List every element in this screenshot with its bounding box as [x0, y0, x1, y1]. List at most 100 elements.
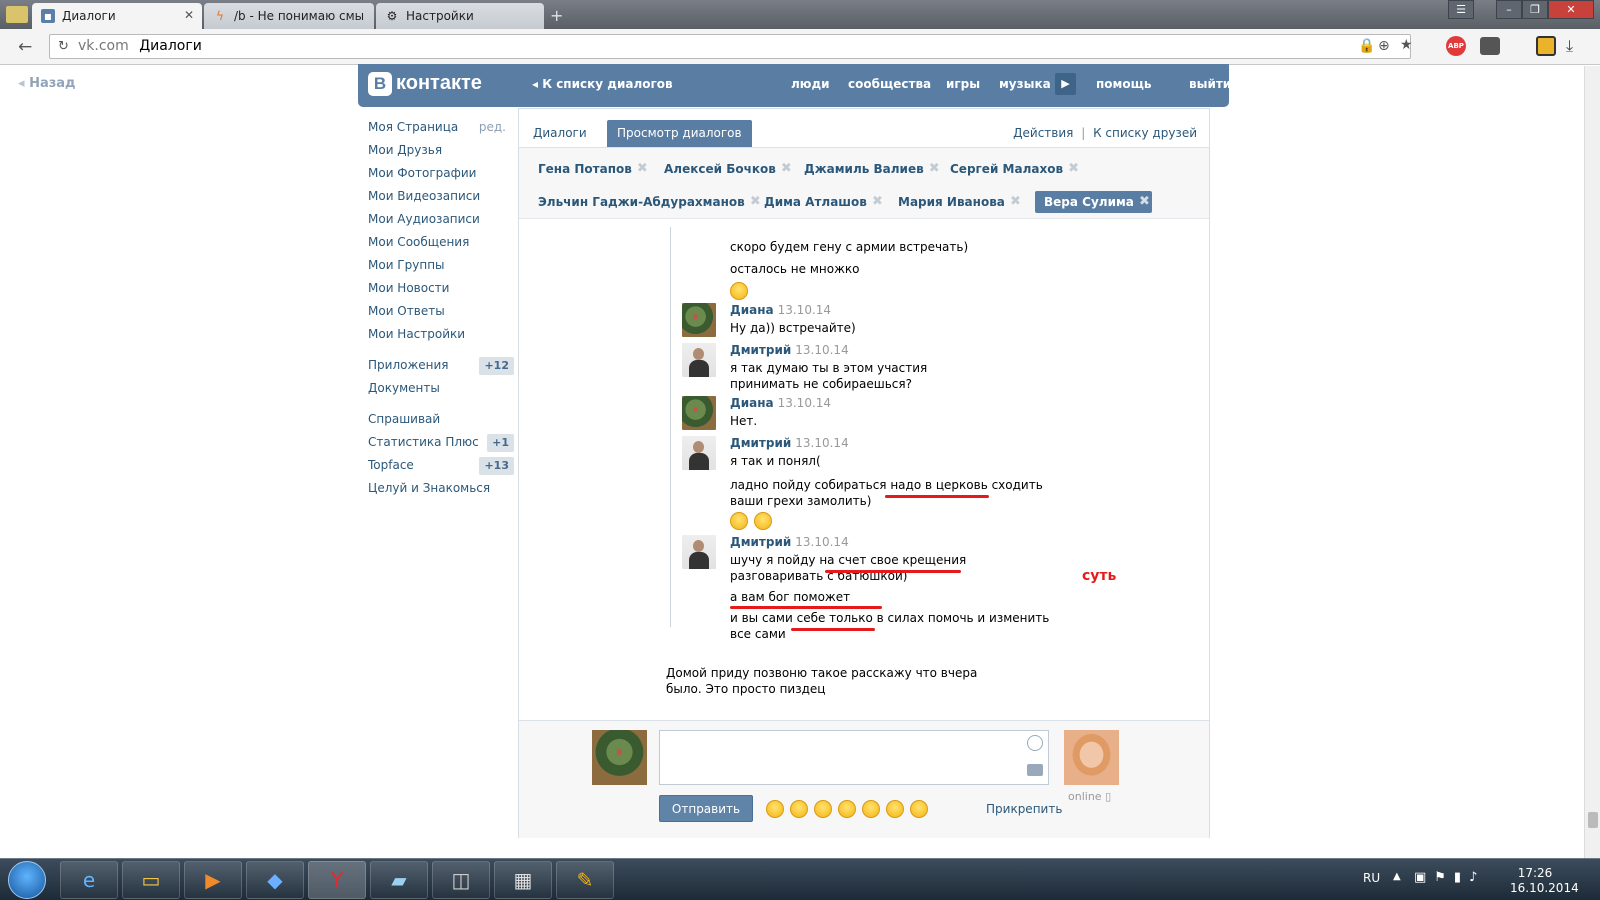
peer-tab[interactable]: Гена Потапов ✖ [529, 158, 650, 180]
close-icon[interactable]: ✖ [637, 158, 648, 180]
relieved-smile-icon[interactable] [910, 800, 928, 818]
media-player-icon[interactable]: ▶ [184, 861, 242, 899]
zoom-icon[interactable]: ⊕ [1378, 38, 1390, 54]
tray-expand-icon[interactable]: ▲ [1393, 871, 1401, 882]
nav-sprashivai[interactable]: Спрашивай [368, 408, 514, 431]
start-button[interactable] [8, 861, 46, 899]
nav-my-page[interactable]: Моя Страница ред. [368, 116, 514, 139]
nav-my-messages[interactable]: Мои Сообщения [368, 231, 514, 254]
browser-tab-dialogs[interactable]: ▪ Диалоги ✕ [32, 3, 202, 29]
nav-my-news[interactable]: Мои Новости [368, 277, 514, 300]
edit-link[interactable]: ред. [479, 116, 506, 139]
tab-dialogs[interactable]: Диалоги [523, 120, 597, 147]
avatar[interactable] [682, 303, 716, 337]
peer-tab[interactable]: Джамиль Валиев ✖ [795, 158, 942, 180]
browser-menu-button[interactable]: ☰ [1448, 0, 1474, 19]
browser-tab-settings[interactable]: ⚙ Настройки [376, 3, 544, 29]
nav-communities[interactable]: сообщества [848, 77, 931, 91]
message-input[interactable] [659, 730, 1049, 785]
nav-my-answers[interactable]: Мои Ответы [368, 300, 514, 323]
avatar[interactable] [682, 396, 716, 430]
peer-avatar[interactable] [1064, 730, 1119, 785]
close-icon[interactable]: ✖ [1010, 191, 1021, 213]
snipping-tool-icon[interactable]: ◫ [432, 861, 490, 899]
vk-logo[interactable]: Вконтакте [368, 72, 516, 98]
nav-documents[interactable]: Документы [368, 377, 514, 400]
address-bar[interactable]: ↻ vk.com Диалоги 🔒 ⊕ ★ [49, 34, 1413, 59]
nav-stats-plus[interactable]: Статистика Плюс +1 [368, 431, 514, 454]
nav-my-groups[interactable]: Мои Группы [368, 254, 514, 277]
nav-my-videos[interactable]: Мои Видеозаписи [368, 185, 514, 208]
scrollbar-thumb[interactable] [1588, 812, 1598, 828]
close-icon[interactable]: ✖ [781, 158, 792, 180]
scared-smile-icon[interactable] [814, 800, 832, 818]
close-icon[interactable]: ✖ [872, 191, 883, 213]
restore-button[interactable]: ❐ [1522, 0, 1548, 19]
new-tab-button[interactable]: + [550, 6, 563, 25]
avatar[interactable] [682, 535, 716, 569]
download-icon[interactable]: ⤓ [1566, 36, 1573, 56]
camera-icon[interactable] [1027, 764, 1043, 776]
play-icon[interactable]: ▶ [1055, 73, 1076, 95]
my-avatar[interactable] [592, 730, 647, 785]
send-button[interactable]: Отправить [659, 795, 753, 822]
adblock-icon[interactable]: ABP [1446, 36, 1466, 56]
laughing-smile-icon[interactable] [886, 800, 904, 818]
back-arrow-icon[interactable]: ← [18, 37, 32, 57]
smile-icon[interactable] [766, 800, 784, 818]
nav-kiss-and-meet[interactable]: Целуй и Знакомься [368, 477, 514, 500]
nav-apps[interactable]: Приложения +12 [368, 354, 514, 377]
peer-tab-active[interactable]: Вера Сулима ✖ [1035, 191, 1152, 213]
peer-tab[interactable]: Эльчин Гаджи-Абдурахманов ✖ [529, 191, 763, 213]
peer-tab[interactable]: Дима Атлашов ✖ [755, 191, 885, 213]
to-dialogs-link[interactable]: ◂ К списку диалогов [532, 77, 673, 91]
nav-people[interactable]: люди [791, 77, 830, 91]
bookmark-star-icon[interactable]: ★ [1400, 37, 1413, 53]
peer-tab[interactable]: Сергей Малахов ✖ [941, 158, 1081, 180]
ie-icon[interactable]: e [60, 861, 118, 899]
emoji-icon[interactable] [1027, 735, 1043, 751]
nav-games[interactable]: игры [946, 77, 980, 91]
notes-app-icon[interactable]: ▰ [370, 861, 428, 899]
attach-link[interactable]: Прикрепить [986, 802, 1062, 816]
message-author[interactable]: Дмитрий 13.10.14 [730, 436, 849, 450]
extension-icon[interactable] [1480, 37, 1500, 55]
message-author[interactable]: Диана 13.10.14 [730, 303, 831, 317]
clock[interactable]: 17:26 16.10.2014 [1510, 866, 1579, 896]
nav-my-settings[interactable]: Мои Настройки [368, 323, 514, 346]
nav-my-photos[interactable]: Мои Фотографии [368, 162, 514, 185]
minimize-button[interactable]: – [1496, 0, 1522, 19]
surprised-smile-icon[interactable] [790, 800, 808, 818]
browser-menu-icon[interactable] [6, 6, 28, 23]
close-icon[interactable]: ✖ [929, 158, 940, 180]
tab-close-icon[interactable]: ✕ [184, 8, 194, 22]
to-friends-link[interactable]: К списку друзей [1093, 126, 1197, 140]
nav-music[interactable]: музыка [999, 77, 1051, 91]
close-icon[interactable]: ✖ [1068, 158, 1079, 180]
language-indicator[interactable]: RU [1363, 871, 1380, 885]
yandex-browser-icon[interactable]: Y [308, 861, 366, 899]
actions-link[interactable]: Действия [1013, 126, 1073, 140]
shocked-smile-icon[interactable] [862, 800, 880, 818]
avatar[interactable] [682, 436, 716, 470]
page-scrollbar[interactable] [1584, 66, 1600, 858]
peer-tab[interactable]: Мария Иванова ✖ [889, 191, 1023, 213]
close-window-button[interactable]: ✕ [1548, 0, 1594, 19]
calculator-icon[interactable]: ▦ [494, 861, 552, 899]
message-author[interactable]: Дмитрий 13.10.14 [730, 343, 849, 357]
nav-topface[interactable]: Topface +13 [368, 454, 514, 477]
nav-logout[interactable]: выйти [1189, 77, 1231, 91]
tab-view-dialogs[interactable]: Просмотр диалогов [607, 120, 752, 147]
message-author[interactable]: Диана 13.10.14 [730, 396, 831, 410]
explorer-icon[interactable]: ▭ [122, 861, 180, 899]
message-author[interactable]: Дмитрий 13.10.14 [730, 535, 849, 549]
back-link[interactable]: ◂ Назад [18, 76, 76, 91]
app-icon[interactable]: ◆ [246, 861, 304, 899]
happy-smile-icon[interactable] [838, 800, 856, 818]
browser-tab-b[interactable]: ϟ /b - Не понимаю смы [204, 3, 374, 29]
tray-icons[interactable]: ▣⚑▮♪ [1414, 870, 1485, 885]
close-icon[interactable]: ✖ [1139, 191, 1150, 213]
nav-my-audio[interactable]: Мои Аудиозаписи [368, 208, 514, 231]
screenshot-extension-icon[interactable] [1536, 36, 1556, 56]
nav-help[interactable]: помощь [1096, 77, 1151, 91]
